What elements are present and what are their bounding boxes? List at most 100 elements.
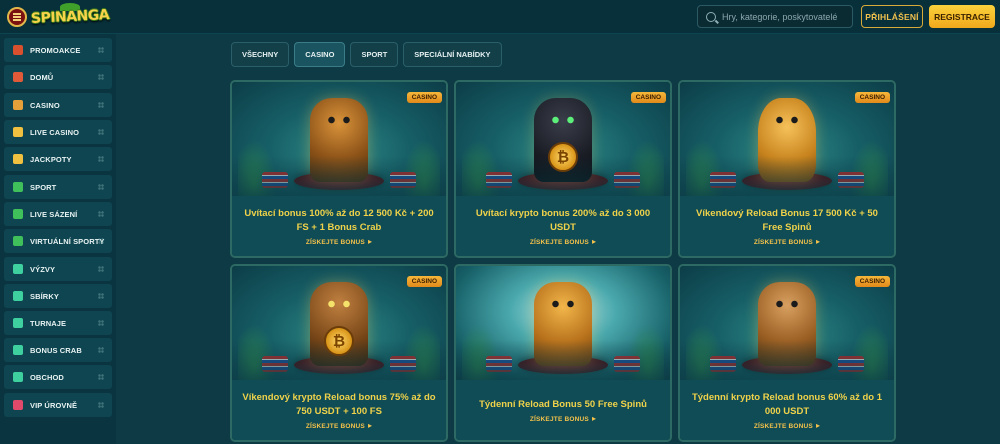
menu-icon[interactable] bbox=[7, 7, 27, 27]
sidebar-group: CASINO LIVE CASINO JACKPOTY bbox=[4, 93, 112, 171]
sidebar-item-label: CASINO bbox=[30, 100, 60, 110]
promo-card[interactable]: ₿ CASINO Víkendový krypto Reload bonus 75%… bbox=[230, 264, 448, 442]
promo-card[interactable]: Týdenní Reload Bonus 50 Free Spinů ZÍSKEJ… bbox=[454, 264, 672, 442]
register-button[interactable]: REGISTRACE bbox=[929, 5, 995, 28]
decor-dots-icon bbox=[98, 47, 104, 53]
jaguar-mask-icon bbox=[456, 266, 670, 380]
idol-eyes bbox=[324, 116, 354, 124]
collection-icon bbox=[13, 291, 23, 301]
chevron-right-icon: ▸ bbox=[815, 237, 821, 246]
sidebar-item-label: LIVE SÁZENÍ bbox=[30, 209, 78, 219]
card-body: Víkendový Reload Bonus 17 500 Kč + 50 Fr… bbox=[680, 196, 894, 256]
card-body: Víkendový krypto Reload bonus 75% až do … bbox=[232, 380, 446, 440]
decor-dots-icon bbox=[98, 266, 104, 272]
decor-dots-icon bbox=[98, 402, 104, 408]
sidebar-item-live-dealer[interactable]: LIVE CASINO bbox=[4, 120, 112, 144]
card-body: Uvítací krypto bonus 200% až do 3 000 US… bbox=[456, 196, 670, 256]
diamond-icon bbox=[13, 318, 23, 328]
get-bonus-link[interactable]: ZÍSKEJTE BONUS ▸ bbox=[754, 421, 821, 430]
search-box[interactable] bbox=[697, 5, 853, 28]
category-badge: CASINO bbox=[406, 92, 442, 103]
get-bonus-label: ZÍSKEJTE BONUS bbox=[305, 238, 365, 246]
idol-eyes bbox=[548, 116, 578, 124]
sidebar-item-label: TURNAJE bbox=[30, 318, 67, 328]
sidebar-item-shop[interactable]: OBCHOD bbox=[4, 365, 112, 389]
sidebar-item-collection[interactable]: SBÍRKY bbox=[4, 284, 112, 308]
promo-card[interactable]: ₿ CASINO Uvítací krypto bonus 200% až do 3… bbox=[454, 80, 672, 258]
sidebar-item-slot[interactable]: CASINO bbox=[4, 93, 112, 117]
get-bonus-link[interactable]: ZÍSKEJTE BONUS ▸ bbox=[753, 237, 821, 246]
sidebar-item-live-bet[interactable]: LIVE SÁZENÍ bbox=[4, 202, 112, 226]
promo-title: Týdenní Reload Bonus 50 Free Spinů bbox=[479, 398, 647, 410]
sidebar-item-virtual-sports[interactable]: VIRTUÁLNÍ SPORTY bbox=[4, 229, 112, 253]
promo-title: Víkendový krypto Reload bonus 75% až do … bbox=[242, 391, 436, 417]
promo-title: Uvítací krypto bonus 200% až do 3 000 US… bbox=[475, 207, 651, 233]
decor-dots-icon bbox=[98, 238, 104, 244]
chevron-right-icon: ▸ bbox=[815, 421, 821, 430]
logo[interactable]: SPINANGA bbox=[31, 3, 109, 29]
tab-casino[interactable]: CASINO bbox=[294, 42, 346, 67]
shop-icon bbox=[13, 372, 23, 382]
category-badge: CASINO bbox=[406, 276, 442, 287]
login-button[interactable]: PŘIHLÁŠENÍ bbox=[861, 5, 923, 28]
sidebar: PROMOAKCE DOMŮ CASINO LIVE CASINO JACKPOTY SP… bbox=[0, 34, 116, 444]
crab-icon bbox=[13, 345, 23, 355]
search-input[interactable] bbox=[722, 11, 852, 22]
tab-sport[interactable]: SPORT bbox=[350, 42, 399, 67]
sidebar-item-jackpot[interactable]: JACKPOTY bbox=[4, 147, 112, 171]
get-bonus-link[interactable]: ZÍSKEJTE BONUS ▸ bbox=[305, 422, 372, 430]
sidebar-item-label: VIRTUÁLNÍ SPORTY bbox=[30, 236, 105, 246]
decor-dots-icon bbox=[98, 293, 104, 299]
sidebar-item-vip[interactable]: VIP ÚROVNĚ bbox=[4, 393, 112, 417]
sidebar-item-label: VIP ÚROVNĚ bbox=[30, 400, 78, 410]
promo-card[interactable]: CASINO Víkendový Reload Bonus 17 500 Kč +… bbox=[678, 80, 896, 258]
chevron-right-icon: ▸ bbox=[591, 414, 597, 423]
get-bonus-link[interactable]: ZÍSKEJTE BONUS ▸ bbox=[530, 237, 597, 246]
sidebar-group: PROMOAKCE DOMŮ bbox=[4, 38, 112, 89]
decor-dots-icon bbox=[98, 102, 104, 108]
decor-dots-icon bbox=[98, 74, 104, 80]
sidebar-item-diamond[interactable]: TURNAJE bbox=[4, 311, 112, 335]
promo-card[interactable]: CASINO Uvítací bonus 100% až do 12 500 Kč… bbox=[230, 80, 448, 258]
vip-icon bbox=[13, 400, 23, 410]
sidebar-item-crab[interactable]: BONUS CRAB bbox=[4, 338, 112, 362]
get-bonus-label: ZÍSKEJTE BONUS bbox=[305, 422, 365, 430]
tab-všechny[interactable]: VŠECHNY bbox=[231, 42, 290, 67]
logo-text: SPINANGA bbox=[30, 6, 110, 28]
idol-eyes bbox=[548, 300, 578, 308]
sidebar-item-gift[interactable]: PROMOAKCE bbox=[4, 38, 112, 62]
get-bonus-link[interactable]: ZÍSKEJTE BONUS ▸ bbox=[305, 238, 372, 246]
sidebar-item-label: OBCHOD bbox=[30, 372, 64, 382]
card-body: Týdenní Reload Bonus 50 Free Spinů ZÍSKEJ… bbox=[456, 380, 670, 440]
sidebar-item-home[interactable]: DOMŮ bbox=[4, 65, 112, 89]
sidebar-item-label: JACKPOTY bbox=[30, 154, 72, 164]
sidebar-group: VÝZVY SBÍRKY TURNAJE BONUS CRAB OBCHOD bbox=[4, 257, 112, 389]
decor-dots-icon bbox=[98, 156, 104, 162]
decor-dots-icon bbox=[98, 320, 104, 326]
mist bbox=[680, 340, 894, 380]
sidebar-item-soccer-ball[interactable]: SPORT bbox=[4, 175, 112, 199]
jackpot-icon bbox=[13, 154, 23, 164]
promo-title: Uvítací bonus 100% až do 12 500 Kč + 200… bbox=[244, 207, 434, 233]
filter-tabs: VŠECHNY CASINO SPORT SPECIÁLNÍ NABÍDKY bbox=[231, 42, 502, 67]
sidebar-item-label: PROMOAKCE bbox=[30, 45, 81, 55]
decor-dots-icon bbox=[98, 347, 104, 353]
sidebar-group: SPORT LIVE SÁZENÍ VIRTUÁLNÍ SPORTY bbox=[4, 175, 112, 253]
promo-grid: CASINO Uvítací bonus 100% až do 12 500 Kč… bbox=[230, 80, 896, 442]
decor-dots-icon bbox=[98, 374, 104, 380]
promo-card[interactable]: CASINO Týdenní krypto Reload bonus 60% až… bbox=[678, 264, 896, 442]
sidebar-item-label: DOMŮ bbox=[30, 72, 54, 82]
bitcoin-icon: ₿ bbox=[548, 142, 578, 172]
sidebar-item-label: BONUS CRAB bbox=[30, 345, 82, 355]
sidebar-item-label: SBÍRKY bbox=[30, 291, 59, 301]
tab-speciální-nabídky[interactable]: SPECIÁLNÍ NABÍDKY bbox=[403, 42, 502, 67]
sidebar-group: VIP ÚROVNĚ bbox=[4, 393, 112, 417]
get-bonus-label: ZÍSKEJTE BONUS bbox=[753, 238, 813, 246]
chevron-right-icon: ▸ bbox=[591, 237, 597, 246]
category-badge: CASINO bbox=[854, 92, 890, 103]
get-bonus-link[interactable]: ZÍSKEJTE BONUS ▸ bbox=[530, 414, 597, 423]
top-bar: SPINANGA PŘIHLÁŠENÍ REGISTRACE bbox=[0, 0, 1000, 34]
sidebar-item-challenge[interactable]: VÝZVY bbox=[4, 257, 112, 281]
decor-dots-icon bbox=[98, 211, 104, 217]
card-body: Týdenní krypto Reload bonus 60% až do 1 … bbox=[680, 380, 894, 440]
